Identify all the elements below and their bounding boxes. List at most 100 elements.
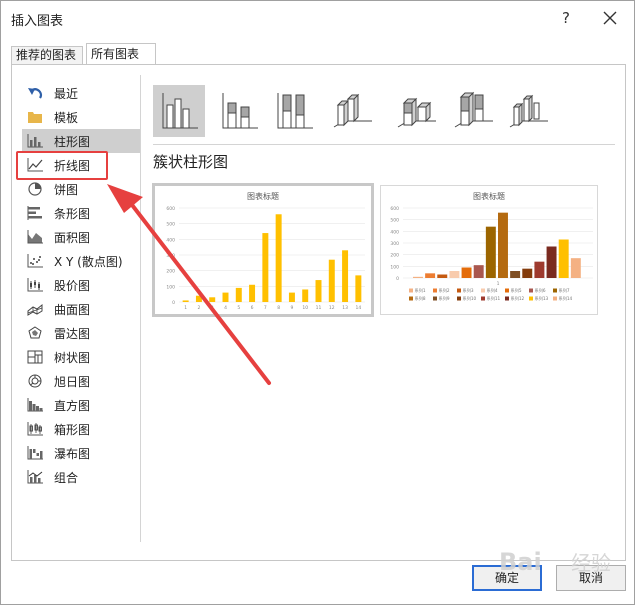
x-tick-label: 2 bbox=[197, 305, 200, 311]
chart-preview-by-column[interactable]: 图表标题 0 100 200 300 400 500 600 1 2 3 4 5 6 7 8 9 10 11 12 1… bbox=[152, 183, 374, 317]
sidebar-item-line[interactable]: 折线图 bbox=[22, 153, 140, 177]
sidebar-item-label: 旭日图 bbox=[54, 374, 91, 389]
bar bbox=[275, 214, 282, 302]
radar-chart-icon bbox=[26, 325, 44, 341]
y-tick-label: 0 bbox=[396, 276, 399, 282]
legend-swatch bbox=[457, 288, 461, 293]
bar bbox=[534, 261, 545, 278]
legend-swatch bbox=[481, 288, 485, 293]
subtype-3d-column[interactable] bbox=[502, 85, 554, 137]
legend-swatch bbox=[529, 288, 533, 293]
ok-button[interactable]: 确定 bbox=[472, 565, 542, 591]
bar bbox=[413, 276, 423, 278]
bar bbox=[485, 226, 496, 278]
sidebar-item-label: X Y (散点图) bbox=[54, 254, 123, 269]
subtype-stacked-column[interactable] bbox=[213, 85, 265, 137]
sidebar-item-box[interactable]: 箱形图 bbox=[22, 417, 140, 441]
subtype-clustered-column[interactable] bbox=[153, 85, 205, 137]
legend-swatch bbox=[529, 296, 533, 301]
surface-chart-icon bbox=[26, 301, 44, 317]
waterfall-chart-icon bbox=[26, 445, 44, 461]
sidebar-item-surface[interactable]: 曲面图 bbox=[22, 297, 140, 321]
cancel-button[interactable]: 取消 bbox=[556, 565, 626, 591]
x-tick-label: 11 bbox=[316, 305, 322, 311]
sidebar-item-waterfall[interactable]: 瀑布图 bbox=[22, 441, 140, 465]
sidebar-item-column[interactable]: 柱形图 bbox=[22, 129, 140, 153]
bar bbox=[461, 267, 472, 278]
sidebar-item-stock[interactable]: 股价图 bbox=[22, 273, 140, 297]
legend-label: 系列14 bbox=[559, 295, 573, 302]
bar bbox=[570, 258, 581, 278]
x-tick-label: 1 bbox=[497, 281, 500, 287]
clustered-column-icon bbox=[162, 93, 198, 129]
close-button[interactable] bbox=[598, 6, 622, 30]
stacked-column-icon bbox=[222, 93, 258, 129]
bar bbox=[235, 287, 242, 302]
tab-all-charts[interactable]: 所有图表 bbox=[86, 43, 156, 65]
bar bbox=[437, 274, 448, 278]
legend-label: 系列9 bbox=[439, 295, 450, 302]
3d-percent-stacked-column-icon bbox=[454, 91, 493, 128]
sidebar-item-label: 面积图 bbox=[54, 230, 91, 245]
bar bbox=[546, 246, 557, 278]
x-tick-label: 12 bbox=[329, 305, 335, 311]
y-tick-label: 100 bbox=[390, 264, 399, 270]
sidebar-item-treemap[interactable]: 树状图 bbox=[22, 345, 140, 369]
bar bbox=[449, 271, 460, 278]
x-tick-label: 8 bbox=[277, 305, 280, 311]
sidebar-item-recent[interactable]: 最近 bbox=[22, 81, 140, 105]
y-tick-label: 400 bbox=[390, 229, 399, 235]
x-tick-label: 9 bbox=[290, 305, 293, 311]
sidebar-item-label: 曲面图 bbox=[54, 302, 91, 317]
y-tick-label: 400 bbox=[166, 237, 175, 243]
x-tick-label: 14 bbox=[355, 305, 361, 311]
x-tick-label: 5 bbox=[237, 305, 240, 311]
bar bbox=[262, 233, 269, 302]
3d-stacked-column-icon bbox=[397, 97, 436, 128]
sidebar-item-area[interactable]: 面积图 bbox=[22, 225, 140, 249]
x-tick-label: 13 bbox=[342, 305, 348, 311]
y-tick-label: 200 bbox=[390, 253, 399, 259]
column-chart-icon bbox=[26, 133, 44, 149]
pie-chart-icon bbox=[26, 181, 44, 197]
chart-preview-by-row[interactable]: 图表标题 0 100 200 300 400 500 600 1 系列1 系列2 系列3 系列4 系列5… bbox=[380, 185, 598, 315]
gallery-separator bbox=[153, 144, 615, 145]
box-chart-icon bbox=[26, 421, 44, 437]
sidebar-item-label: 柱形图 bbox=[54, 134, 91, 149]
legend-swatch bbox=[553, 296, 557, 301]
sidebar-item-combo[interactable]: 组合 bbox=[22, 465, 140, 489]
percent-stacked-column-icon bbox=[277, 93, 313, 129]
bar bbox=[355, 275, 362, 302]
area-chart-icon bbox=[26, 229, 44, 245]
sidebar-item-label: 最近 bbox=[54, 86, 79, 101]
tab-recommended-charts[interactable]: 推荐的图表 bbox=[11, 46, 83, 65]
subtype-percent-stacked-column[interactable] bbox=[268, 85, 320, 137]
bar bbox=[288, 292, 295, 302]
sidebar-item-scatter[interactable]: X Y (散点图) bbox=[22, 249, 140, 273]
sidebar-item-histogram[interactable]: 直方图 bbox=[22, 393, 140, 417]
help-button[interactable]: ? bbox=[554, 6, 578, 30]
sidebar-item-sunburst[interactable]: 旭日图 bbox=[22, 369, 140, 393]
sidebar-item-label: 箱形图 bbox=[54, 422, 91, 437]
folder-icon bbox=[26, 109, 44, 125]
sidebar-item-bar[interactable]: 条形图 bbox=[22, 201, 140, 225]
y-tick-label: 500 bbox=[390, 218, 399, 224]
subtype-3d-percent-stacked-column[interactable] bbox=[447, 85, 499, 137]
panel-divider bbox=[140, 75, 141, 542]
title-bar: 插入图表 ? bbox=[1, 1, 634, 37]
sidebar-item-templates[interactable]: 模板 bbox=[22, 105, 140, 129]
3d-clustered-column-icon bbox=[333, 93, 372, 128]
stock-chart-icon bbox=[26, 277, 44, 293]
bar bbox=[510, 271, 521, 278]
legend-label: 系列5 bbox=[511, 287, 522, 294]
preview-1-title: 图表标题 bbox=[247, 191, 279, 201]
sidebar-item-radar[interactable]: 雷达图 bbox=[22, 321, 140, 345]
subtype-3d-stacked-column[interactable] bbox=[390, 85, 442, 137]
bar bbox=[425, 273, 436, 278]
legend-swatch bbox=[433, 296, 437, 301]
y-tick-label: 100 bbox=[166, 284, 175, 290]
bar bbox=[473, 265, 484, 278]
subtype-3d-clustered-column[interactable] bbox=[326, 85, 378, 137]
sidebar-item-pie[interactable]: 饼图 bbox=[22, 177, 140, 201]
sidebar-item-label: 组合 bbox=[54, 470, 79, 485]
